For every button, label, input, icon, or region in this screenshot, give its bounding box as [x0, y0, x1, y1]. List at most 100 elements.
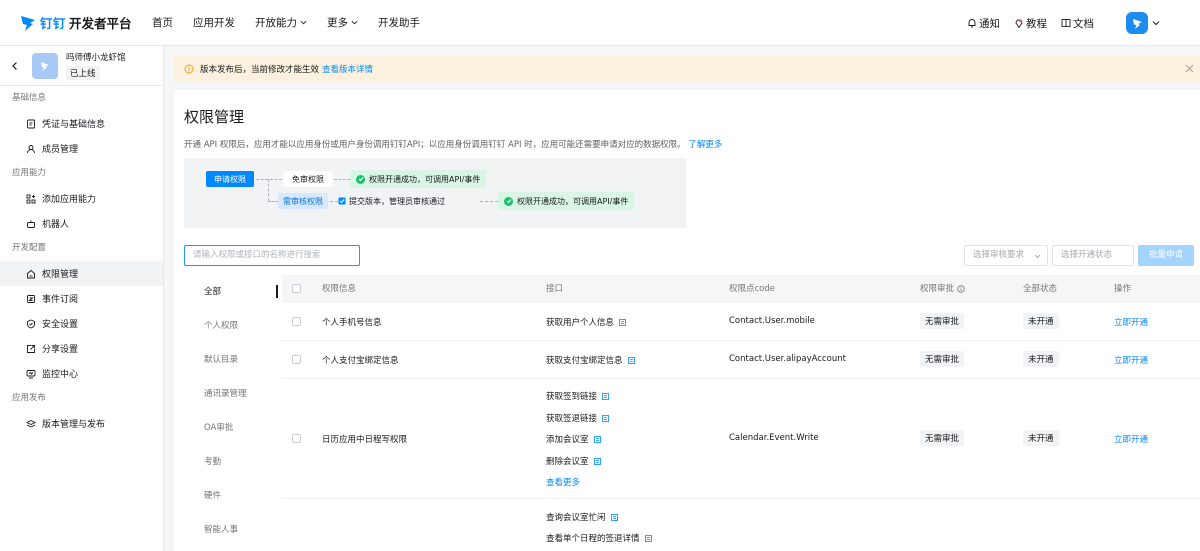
nav-home[interactable]: 首页 [152, 15, 173, 30]
header-action: 操作 [1114, 284, 1132, 294]
submit-icon [338, 197, 346, 205]
chevron-down-icon [351, 20, 358, 25]
category-all[interactable]: 全部 [184, 275, 278, 309]
app-thumbnail [32, 52, 58, 79]
share-icon [27, 344, 35, 353]
close-icon[interactable] [1185, 64, 1194, 73]
event-icon [27, 294, 35, 303]
category-contacts[interactable]: 通讯录管理 [184, 377, 278, 411]
info-icon[interactable] [957, 285, 965, 293]
category-smart-hr[interactable]: 智能人事 [184, 513, 278, 547]
sidebar-item-share[interactable]: 分享设置 [0, 336, 163, 361]
select-all-checkbox[interactable] [292, 284, 301, 293]
category-attendance[interactable]: 考勤 [184, 445, 278, 479]
category-oa[interactable]: OA审批 [184, 411, 278, 445]
sidebar-item-monitor[interactable]: 监控中心 [0, 361, 163, 386]
row-checkbox[interactable] [292, 434, 301, 443]
header-review-label: 权限审批 [920, 284, 955, 294]
view-more-link[interactable]: 查看更多 [546, 476, 580, 488]
doc-link-icon[interactable] [619, 318, 626, 326]
header-status[interactable]: 全部状态 [1023, 275, 1057, 303]
row-checkbox[interactable] [292, 355, 301, 364]
doc-link-icon[interactable] [627, 356, 635, 364]
doc-link-icon[interactable] [602, 392, 609, 400]
dingtalk-avatar-icon [1132, 18, 1142, 29]
doc-link-icon[interactable] [644, 534, 652, 542]
avatar[interactable] [1126, 12, 1148, 34]
review-filter-select[interactable]: 选择审核要求 [964, 245, 1048, 266]
bulk-apply-button[interactable]: 批量申请 [1138, 245, 1194, 266]
app-status-badge: 已上线 [66, 66, 100, 80]
row-checkbox[interactable] [292, 317, 301, 326]
nav-more-label: 更多 [327, 17, 348, 29]
page-description-text: 开通 API 权限后，应用才能以应用身份或用户身份调用钉钉API；以应用身份调用… [184, 140, 686, 150]
flow-success-text: 权限开通成功，可调用API/事件 [369, 174, 481, 184]
main-content: 版本发布后，当前修改才能生效 查看版本详情 权限管理 开通 API 权限后，应用… [164, 46, 1200, 551]
api-item[interactable]: 查看单个日程的签退详情 [546, 532, 652, 544]
sidebar-item-members[interactable]: 成员管理 [0, 136, 163, 161]
category-list: 全部 个人权限 默认目录 通讯录管理 OA审批 考勤 硬件 智能人事 [184, 275, 278, 551]
api-item[interactable]: 添加会议室 [546, 433, 601, 445]
book-icon [1061, 19, 1071, 27]
user-icon [27, 144, 35, 153]
sidebar-item-events[interactable]: 事件订阅 [0, 286, 163, 311]
category-hardware[interactable]: 硬件 [184, 479, 278, 513]
chevron-left-icon[interactable] [10, 61, 20, 71]
group-title-dev-config: 开发配置 [12, 243, 47, 253]
sidebar-item-label: 分享设置 [42, 345, 79, 355]
api-name: 获取用户个人信息 [546, 318, 615, 328]
status-tag: 未开通 [1023, 313, 1059, 329]
top-bar: 钉钉 开发者平台 首页 应用开发 开放能力 更多 开发助手 通知 教程 文档 [0, 0, 1200, 46]
nav-app-dev[interactable]: 应用开发 [193, 15, 235, 30]
nav-dev-assistant[interactable]: 开发助手 [378, 15, 420, 30]
doc-link-icon[interactable] [610, 513, 618, 521]
dingtalk-logo-icon [21, 15, 35, 31]
sidebar-item-robot[interactable]: 机器人 [0, 211, 163, 236]
notify-link[interactable]: 通知 [967, 16, 1000, 31]
api-item[interactable]: 获取签退链接 [546, 412, 609, 424]
api-item[interactable]: 获取签到链接 [546, 390, 609, 402]
layers-icon [26, 419, 36, 428]
permission-name: 个人手机号信息 [322, 318, 382, 328]
activate-link[interactable]: 立即开通 [1114, 354, 1148, 366]
api-item[interactable]: 查询会议室忙闲 [546, 511, 618, 523]
home-lock-icon [27, 269, 35, 278]
brand[interactable]: 钉钉 开发者平台 [20, 13, 145, 32]
api-item[interactable]: 获取用户个人信息 [546, 316, 626, 328]
sidebar-item-add-capability[interactable]: 添加应用能力 [0, 186, 163, 211]
header-name: 权限信息 [322, 284, 357, 294]
doc-link-icon[interactable] [593, 457, 601, 465]
api-item[interactable]: 获取支付宝绑定信息 [546, 354, 635, 366]
category-personal[interactable]: 个人权限 [184, 309, 278, 343]
app-header: 吗师傅小龙虾馆 已上线 [0, 46, 163, 86]
search-input[interactable]: 请输入权限或接口的名称进行搜索 [184, 245, 360, 266]
docs-link[interactable]: 文档 [1061, 16, 1094, 31]
chevron-down-icon[interactable] [1152, 19, 1160, 27]
page-title: 权限管理 [184, 108, 245, 126]
status-tag: 未开通 [1023, 430, 1059, 446]
status-tag: 未开通 [1023, 351, 1059, 367]
sidebar-item-security[interactable]: 安全设置 [0, 311, 163, 336]
category-default[interactable]: 默认目录 [184, 343, 278, 377]
sidebar-item-versions[interactable]: 版本管理与发布 [0, 411, 163, 436]
sidebar-item-permissions[interactable]: 权限管理 [0, 261, 163, 286]
view-version-link[interactable]: 查看版本详情 [322, 63, 373, 75]
doc-link-icon[interactable] [593, 435, 601, 443]
status-filter-select[interactable]: 选择开通状态 [1052, 245, 1134, 266]
tutorial-link[interactable]: 教程 [1014, 16, 1047, 31]
header-api: 接口 [546, 284, 564, 294]
api-item[interactable]: 删除会议室 [546, 455, 601, 467]
page-description: 开通 API 权限后，应用才能以应用身份或用户身份调用钉钉API；以应用身份调用… [184, 138, 722, 150]
header-review: 权限审批 [920, 275, 965, 303]
doc-link-icon[interactable] [602, 414, 609, 422]
review-filter-placeholder: 选择审核要求 [973, 250, 1025, 260]
nav-more[interactable]: 更多 [327, 15, 358, 30]
learn-more-link[interactable]: 了解更多 [688, 140, 722, 150]
flow-connector [268, 179, 269, 201]
permission-flow-diagram: 申请权限 免审权限 权限开通成功，可调用API/事件 需审核权限 提交版本，管理… [184, 158, 686, 228]
header-code: 权限点code [729, 284, 775, 294]
sidebar-item-credentials[interactable]: 凭证与基础信息 [0, 111, 163, 136]
nav-open-capability[interactable]: 开放能力 [255, 15, 307, 30]
activate-link[interactable]: 立即开通 [1114, 316, 1148, 328]
activate-link[interactable]: 立即开通 [1114, 433, 1148, 445]
